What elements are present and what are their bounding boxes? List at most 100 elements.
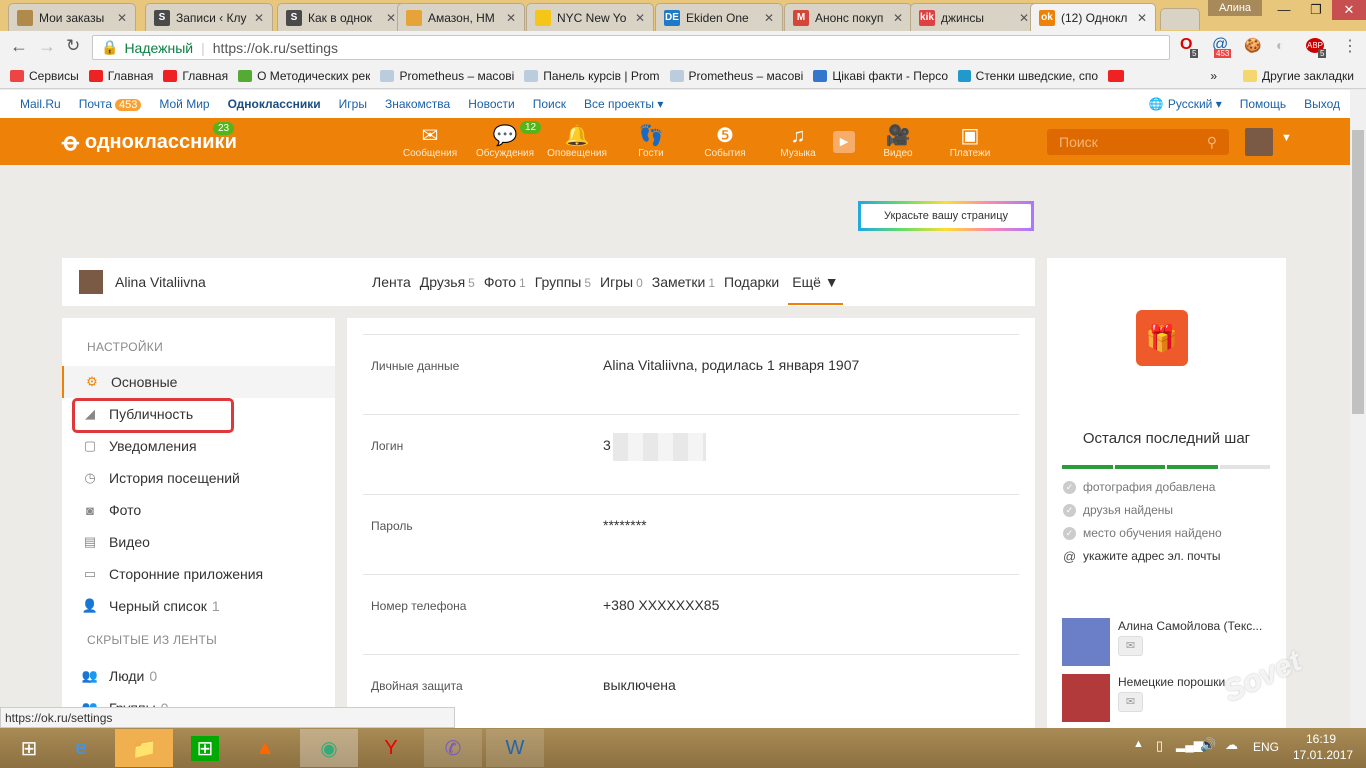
bookmark-item[interactable]: Сервисы (10, 69, 79, 83)
settings-item[interactable]: ⚙ Основные (62, 366, 335, 398)
settings-item[interactable]: ◷ История посещений (62, 462, 335, 494)
search-input[interactable]: Поиск ⚲ (1047, 129, 1229, 155)
chevron-down-icon[interactable]: ▼ (1281, 132, 1292, 144)
news-link[interactable]: Новости (468, 97, 514, 111)
bookmark-item[interactable]: Цікаві факти - Персо (813, 69, 948, 83)
user-avatar[interactable] (1245, 128, 1273, 156)
clock-date[interactable]: 17.01.2017 (1293, 748, 1353, 762)
onedrive-icon[interactable]: ☁ (1225, 737, 1238, 753)
language-indicator[interactable]: ENG (1253, 740, 1279, 754)
back-icon[interactable]: ← (10, 36, 28, 57)
profile-tab[interactable]: Друзья 5 (420, 274, 475, 290)
hidden-people[interactable]: 👥 Люди 0 (62, 660, 335, 692)
more-bookmarks-icon[interactable]: » (1210, 69, 1217, 83)
browser-tab[interactable]: S Как в однок ✕ (277, 3, 405, 31)
chrome-profile-button[interactable]: Алина (1208, 0, 1262, 16)
games-link[interactable]: Игры (339, 97, 367, 111)
dating-link[interactable]: Знакомства (385, 97, 450, 111)
close-tab-icon[interactable]: ✕ (117, 11, 127, 25)
bookmark-item[interactable]: Prometheus – масові (669, 69, 803, 83)
browser-tab[interactable]: kik джинсы ✕ (910, 3, 1038, 31)
nav-6[interactable]: 🎥 Видео (863, 124, 933, 159)
extension-icon[interactable]: ◐ (1276, 37, 1284, 53)
cookie-extension-icon[interactable]: 🍪 (1244, 37, 1261, 54)
viber-icon[interactable]: ✆ (424, 729, 482, 767)
browser-tab[interactable]: M Анонс покуп ✕ (784, 3, 912, 31)
settings-row[interactable]: Пароль ******** (363, 494, 1019, 574)
internet-explorer-icon[interactable]: e (52, 729, 110, 767)
settings-row[interactable]: Двойная защита выключена (363, 654, 1019, 734)
close-tab-icon[interactable]: ✕ (1019, 11, 1029, 25)
file-explorer-icon[interactable]: 📁 (115, 729, 173, 767)
windows-start-icon[interactable]: ⊞ (0, 729, 58, 767)
close-tab-icon[interactable]: ✕ (893, 11, 903, 25)
maximize-button[interactable]: ❐ (1300, 0, 1332, 20)
profile-name[interactable]: Alina Vitaliivna (115, 274, 372, 290)
address-bar[interactable]: 🔒 Надежный | https://ok.ru/settings (92, 35, 1170, 60)
close-tab-icon[interactable]: ✕ (1137, 11, 1147, 25)
word-icon[interactable]: W (486, 729, 544, 767)
close-tab-icon[interactable]: ✕ (635, 11, 645, 25)
clock-time[interactable]: 16:19 (1306, 732, 1336, 746)
bookmark-item[interactable]: Главная (163, 69, 228, 83)
browser-tab[interactable]: NYC New Yo ✕ (526, 3, 654, 31)
profile-tab[interactable]: Группы 5 (535, 274, 591, 290)
vlc-icon[interactable]: ▲ (236, 729, 294, 767)
battery-icon[interactable]: ▯ (1156, 738, 1163, 754)
signal-icon[interactable]: ▂▄▆ (1176, 738, 1203, 752)
other-bookmarks[interactable]: Другие закладки (1243, 69, 1354, 83)
browser-tab[interactable]: S Записи ‹ Клу ✕ (145, 3, 273, 31)
scrollbar-thumb[interactable] (1352, 130, 1364, 414)
close-tab-icon[interactable]: ✕ (386, 11, 396, 25)
chrome-icon[interactable]: ◉ (300, 729, 358, 767)
tray-expand-icon[interactable]: ▲ (1133, 738, 1144, 750)
close-tab-icon[interactable]: ✕ (764, 11, 774, 25)
bookmark-item[interactable]: Главная (88, 69, 153, 83)
settings-item[interactable]: 👤 Черный список 1 (62, 590, 335, 622)
volume-icon[interactable]: 🔊 (1200, 737, 1216, 753)
profile-tab[interactable]: Лента (372, 274, 411, 290)
message-icon[interactable]: ✉ (1118, 636, 1143, 656)
nav-7[interactable]: ▣ Платежи (935, 124, 1005, 159)
store-icon[interactable]: ⊞ (176, 729, 234, 767)
step-item[interactable]: @ укажите адрес эл. почты (1063, 549, 1220, 563)
music-play-icon[interactable]: ▶ (833, 131, 855, 153)
search-link[interactable]: Поиск (533, 97, 566, 111)
settings-row[interactable]: Личные данные Alina Vitaliivna, родилась … (363, 334, 1019, 414)
chrome-menu-icon[interactable]: ⋮ (1342, 36, 1358, 56)
nav-5[interactable]: ♫ Музыка (763, 124, 833, 159)
settings-item[interactable]: ▭ Сторонние приложения (62, 558, 335, 590)
yandex-browser-icon[interactable]: Y (362, 729, 420, 767)
friend-name[interactable]: Немецкие порошки (1118, 675, 1225, 689)
close-tab-icon[interactable]: ✕ (254, 11, 264, 25)
message-icon[interactable]: ✉ (1118, 692, 1143, 712)
youtube-bookmark-icon[interactable] (1108, 70, 1125, 82)
bookmark-item[interactable]: О Методических рек (238, 69, 370, 83)
nav-3[interactable]: 👣 Гости (616, 124, 686, 159)
settings-item[interactable]: ▢ Уведомления (62, 430, 335, 462)
settings-row[interactable]: Номер телефона +380 XXXXXXX85 (363, 574, 1019, 654)
settings-item[interactable]: ▤ Видео (62, 526, 335, 558)
bookmark-item[interactable]: Стенки шведские, спо (958, 69, 1098, 83)
nav-4[interactable]: ❺ События (690, 124, 760, 159)
nav-2[interactable]: 🔔 Оповещения (542, 124, 612, 159)
profile-tab[interactable]: Игры 0 (600, 274, 643, 290)
mailru-link[interactable]: Mail.Ru (20, 97, 61, 111)
moy-mir-link[interactable]: Мой Мир (159, 97, 209, 111)
profile-tab[interactable]: Подарки (724, 274, 779, 290)
settings-item[interactable]: ◙ Фото (62, 494, 335, 526)
pochta-link[interactable]: Почта 453 (79, 97, 142, 111)
reload-icon[interactable]: ↻ (66, 36, 80, 56)
decorate-page-button[interactable]: Украсьте вашу страницу (858, 201, 1034, 231)
bookmark-item[interactable]: Панель курсів | Prom (524, 69, 660, 83)
all-projects-dropdown[interactable]: Все проекты ▾ (584, 97, 663, 111)
nav-0[interactable]: ✉ Сообщения (395, 124, 465, 159)
profile-tab[interactable]: Заметки 1 (652, 274, 715, 290)
bookmark-item[interactable]: Prometheus – масові (380, 69, 514, 83)
friend-avatar[interactable] (1062, 618, 1110, 666)
logout-link[interactable]: Выход (1304, 97, 1340, 111)
close-window-button[interactable]: ✕ (1332, 0, 1366, 20)
language-dropdown[interactable]: Русский ▾ (1168, 97, 1222, 111)
help-link[interactable]: Помощь (1240, 97, 1286, 111)
browser-tab[interactable]: ok (12) Однокл ✕ (1030, 3, 1156, 31)
